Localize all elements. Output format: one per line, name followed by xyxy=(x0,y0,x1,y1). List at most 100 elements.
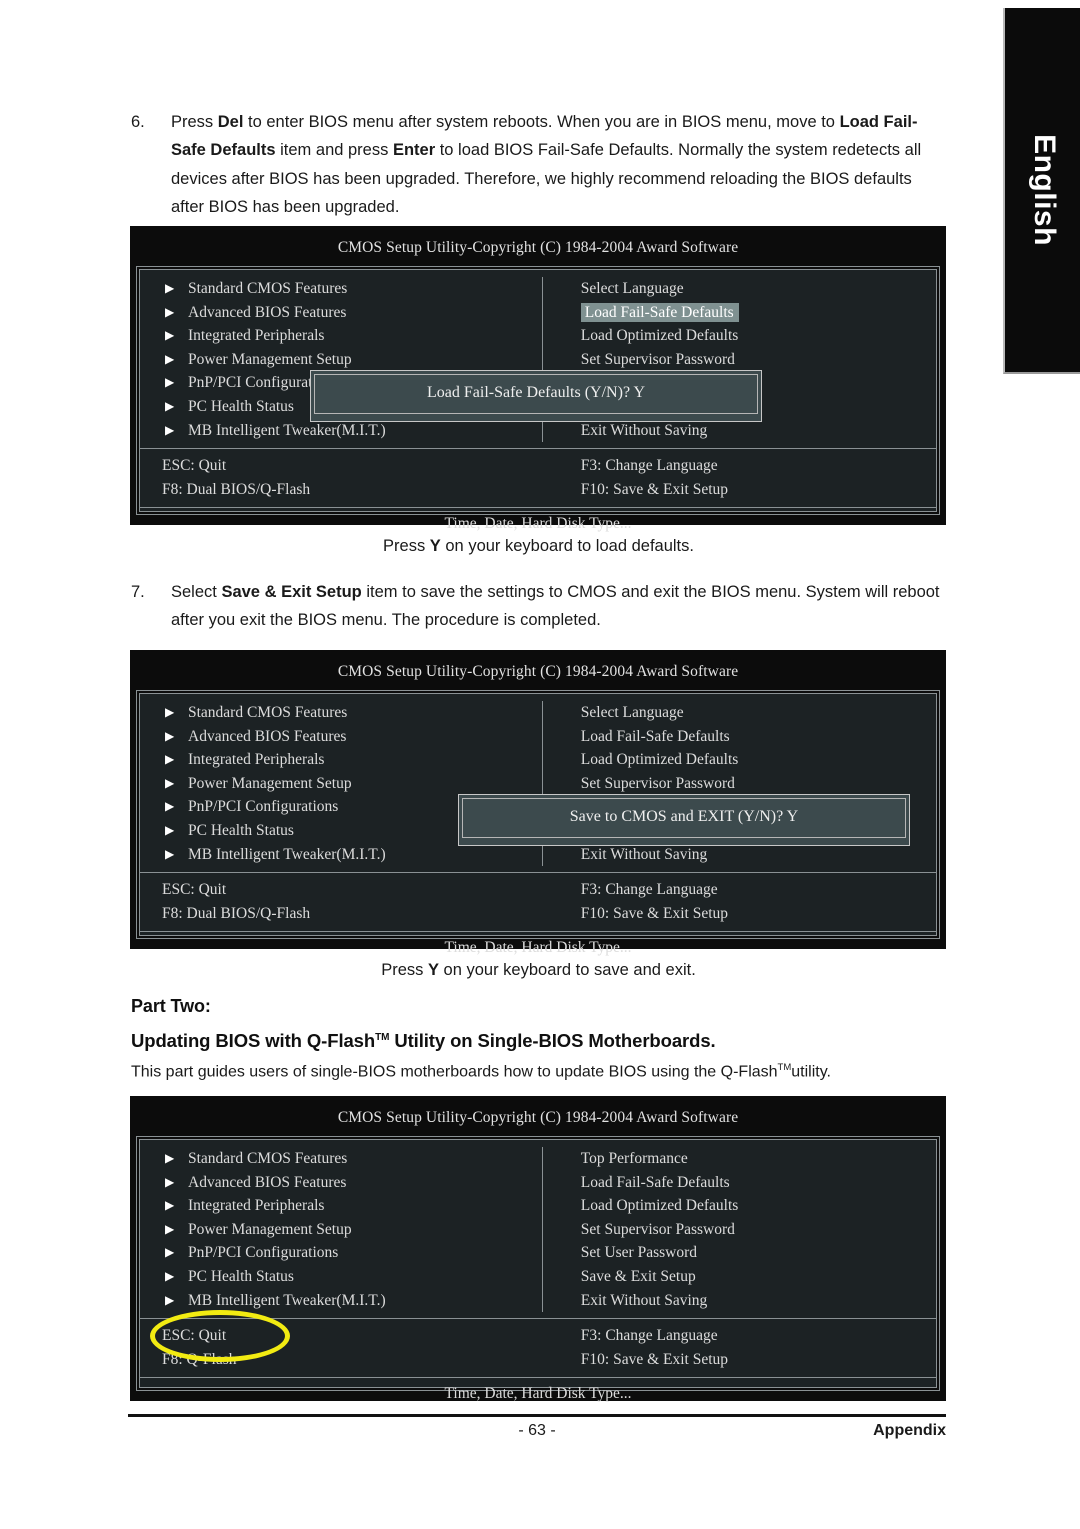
bios-menu-item[interactable]: Load Optimized Defaults xyxy=(581,1194,936,1218)
bios-menu-item-label: Exit Without Saving xyxy=(580,845,708,863)
bios-menu-item[interactable]: ▶ Advanced BIOS Features xyxy=(165,301,542,325)
bios-keys-region: ESC: Quit F8: Dual BIOS/Q-Flash F3: Chang… xyxy=(140,449,936,508)
bios-menu-item-label: Integrated Peripherals xyxy=(188,1197,325,1215)
plain-text: This part guides users of single-BIOS mo… xyxy=(131,1063,778,1081)
bios-menu-item[interactable]: ▶ Integrated Peripherals xyxy=(165,1194,542,1218)
bios-confirm-dialog: Save to CMOS and EXIT (Y/N)? Y xyxy=(458,794,910,846)
bios-menu-item[interactable]: Top Performance xyxy=(581,1147,936,1171)
footer-divider xyxy=(128,1414,946,1417)
plain-text: to enter BIOS menu after system reboots.… xyxy=(243,113,840,131)
bios-key-hint[interactable]: F3: Change Language xyxy=(581,878,936,902)
bios-menu-item[interactable]: Set Supervisor Password xyxy=(581,772,936,796)
bios-menu-item-label: Select Language xyxy=(580,280,684,297)
triangle-right-icon: ▶ xyxy=(165,1268,175,1283)
bios-menu-item[interactable]: Load Fail-Safe Defaults xyxy=(581,725,936,749)
bios-menu-item-label: PC Health Status xyxy=(188,1267,294,1285)
qflash-highlight-annotation xyxy=(150,1310,290,1362)
bios-confirm-dialog-text: Save to CMOS and EXIT (Y/N)? Y xyxy=(462,798,906,838)
page-content: 6. Press Del to enter BIOS menu after sy… xyxy=(0,0,1003,1529)
trademark-mark: TM xyxy=(777,1062,792,1073)
bios-key-hint[interactable]: F3: Change Language xyxy=(581,454,936,478)
bios-menu-item[interactable]: Exit Without Saving xyxy=(581,1289,936,1313)
bios-menu-item[interactable]: ▶ Power Management Setup xyxy=(165,1218,542,1242)
bios-menu-item-label: MB Intelligent Tweaker(M.I.T.) xyxy=(188,1291,386,1309)
triangle-right-icon: ▶ xyxy=(165,728,175,743)
plain-text: Utility on Single-BIOS Motherboards. xyxy=(389,1030,716,1051)
bios-menu-item[interactable]: Save & Exit Setup xyxy=(581,1265,936,1289)
bios-menu-item-label: PnP/PCI Configurations xyxy=(188,798,339,816)
bios-status-bar: Time, Date, Hard Disk Type... xyxy=(444,514,632,532)
bios-menu-item[interactable]: ▶ Power Management Setup xyxy=(165,348,542,372)
bios-keys-right: F3: Change Language F10: Save & Exit Setu… xyxy=(543,1324,936,1372)
plain-text: utility. xyxy=(791,1063,831,1081)
bios-menu-item[interactable]: Select Language xyxy=(581,701,936,725)
triangle-right-icon: ▶ xyxy=(165,1221,175,1236)
bios-menu-item[interactable]: Exit Without Saving xyxy=(581,419,936,443)
part-two-title: Updating BIOS with Q-FlashTM Utility on … xyxy=(131,1030,716,1052)
bios-keys-right: F3: Change Language F10: Save & Exit Setu… xyxy=(543,878,936,926)
bios-menu-item[interactable]: ▶ Standard CMOS Features xyxy=(165,1147,542,1171)
bios-menu-item-label: Integrated Peripherals xyxy=(188,327,325,345)
bios-key-hint[interactable]: F10: Save & Exit Setup xyxy=(581,902,936,926)
plain-text: item and press xyxy=(275,141,393,160)
bios-title: CMOS Setup Utility-Copyright (C) 1984-20… xyxy=(337,239,739,256)
plain-text: on your keyboard to load defaults. xyxy=(440,537,694,555)
bios-menu-item[interactable]: Set User Password xyxy=(581,1241,936,1265)
bios-menu-item-label: Top Performance xyxy=(580,1150,688,1167)
bios-menu-item[interactable]: ▶ MB Intelligent Tweaker(M.I.T.) xyxy=(165,843,542,867)
bios-menu-item-label: Save & Exit Setup xyxy=(580,1267,696,1285)
bios-menu-item[interactable]: ▶ Standard CMOS Features xyxy=(165,277,542,301)
bios-menu-item-label: Advanced BIOS Features xyxy=(188,303,347,321)
triangle-right-icon: ▶ xyxy=(165,752,175,767)
bios-key-hint[interactable]: F8: Dual BIOS/Q-Flash xyxy=(162,478,543,502)
step-6: 6. Press Del to enter BIOS menu after sy… xyxy=(131,108,943,222)
triangle-right-icon: ▶ xyxy=(165,351,175,366)
triangle-right-icon: ▶ xyxy=(165,1245,175,1260)
bios-menu-item[interactable]: Load Fail-Safe Defaults xyxy=(581,1171,936,1195)
bios-menu-item[interactable]: Load Optimized Defaults xyxy=(581,324,936,348)
bios-menu-item-label: Select Language xyxy=(580,704,684,721)
bios-menu-item[interactable]: ▶ MB Intelligent Tweaker(M.I.T.) xyxy=(165,1289,542,1313)
bios-key-hint[interactable]: ESC: Quit xyxy=(162,878,543,902)
bios-menu-item-label: Load Fail-Safe Defaults xyxy=(580,727,730,745)
bios-menu-item[interactable]: Select Language xyxy=(581,277,936,301)
bios-menu-item[interactable]: Set Supervisor Password xyxy=(581,348,936,372)
bios-confirm-dialog: Load Fail-Safe Defaults (Y/N)? Y xyxy=(310,370,762,422)
bios-confirm-dialog-text: Load Fail-Safe Defaults (Y/N)? Y xyxy=(314,374,758,414)
bios-menu-item[interactable]: ▶ PC Health Status xyxy=(165,1265,542,1289)
plain-text: on your keyboard to save and exit. xyxy=(438,961,696,979)
bios-menu-item-label: Set Supervisor Password xyxy=(580,1220,735,1238)
triangle-right-icon: ▶ xyxy=(165,846,175,861)
page-footer: - 63 - Appendix xyxy=(128,1422,946,1448)
bios-menu-item[interactable]: Load Optimized Defaults xyxy=(581,748,936,772)
bios-key-hint[interactable]: F10: Save & Exit Setup xyxy=(581,478,936,502)
bios-menu-item[interactable]: Set Supervisor Password xyxy=(581,1218,936,1242)
bios-menu-item[interactable]: ▶ Standard CMOS Features xyxy=(165,701,542,725)
bios-keys-region: ESC: Quit F8: Dual BIOS/Q-Flash F3: Chang… xyxy=(140,873,936,932)
bios-menu-item[interactable]: ▶ Integrated Peripherals xyxy=(165,748,542,772)
bios-menu-item-label: Set User Password xyxy=(580,1244,698,1262)
bios-inner: ▶ Standard CMOS Features ▶ Advanced BIOS Fe… xyxy=(139,693,937,956)
bios-menu-item[interactable]: ▶ MB Intelligent Tweaker(M.I.T.) xyxy=(165,419,542,443)
bios-menu-item[interactable]: Exit Without Saving xyxy=(581,843,936,867)
bios-key-hint[interactable]: F10: Save & Exit Setup xyxy=(581,1348,936,1372)
emphasis-text: Enter xyxy=(392,141,436,160)
bios-key-hint[interactable]: ESC: Quit xyxy=(162,454,543,478)
triangle-right-icon: ▶ xyxy=(165,328,175,343)
bios-menu-item[interactable]: Load Fail-Safe Defaults xyxy=(580,301,936,325)
bios-menu-item[interactable]: ▶ Advanced BIOS Features xyxy=(165,1171,542,1195)
bios-key-hint[interactable]: F3: Change Language xyxy=(581,1324,936,1348)
bios-title: CMOS Setup Utility-Copyright (C) 1984-20… xyxy=(337,663,739,680)
bios-menu-item[interactable]: ▶ Integrated Peripherals xyxy=(165,324,542,348)
bios-menu-item[interactable]: ▶ PnP/PCI Configurations xyxy=(165,1241,542,1265)
language-tab-label: English xyxy=(1027,134,1061,246)
bios-menu-item[interactable]: ▶ Power Management Setup xyxy=(165,772,542,796)
bios-menu-item[interactable]: ▶ Advanced BIOS Features xyxy=(165,725,542,749)
bios-inner: ▶ Standard CMOS Features ▶ Advanced BIOS Fe… xyxy=(139,269,937,532)
bios-frame: ▶ Standard CMOS Features ▶ Advanced BIOS Fe… xyxy=(136,690,940,956)
bios-menu-item-label: Power Management Setup xyxy=(188,350,352,368)
emphasis-text: Y xyxy=(427,961,439,979)
caption-save-and-exit: Press Y on your keyboard to save and exi… xyxy=(131,961,946,980)
emphasis-text: Y xyxy=(429,537,441,555)
bios-key-hint[interactable]: F8: Dual BIOS/Q-Flash xyxy=(162,902,543,926)
